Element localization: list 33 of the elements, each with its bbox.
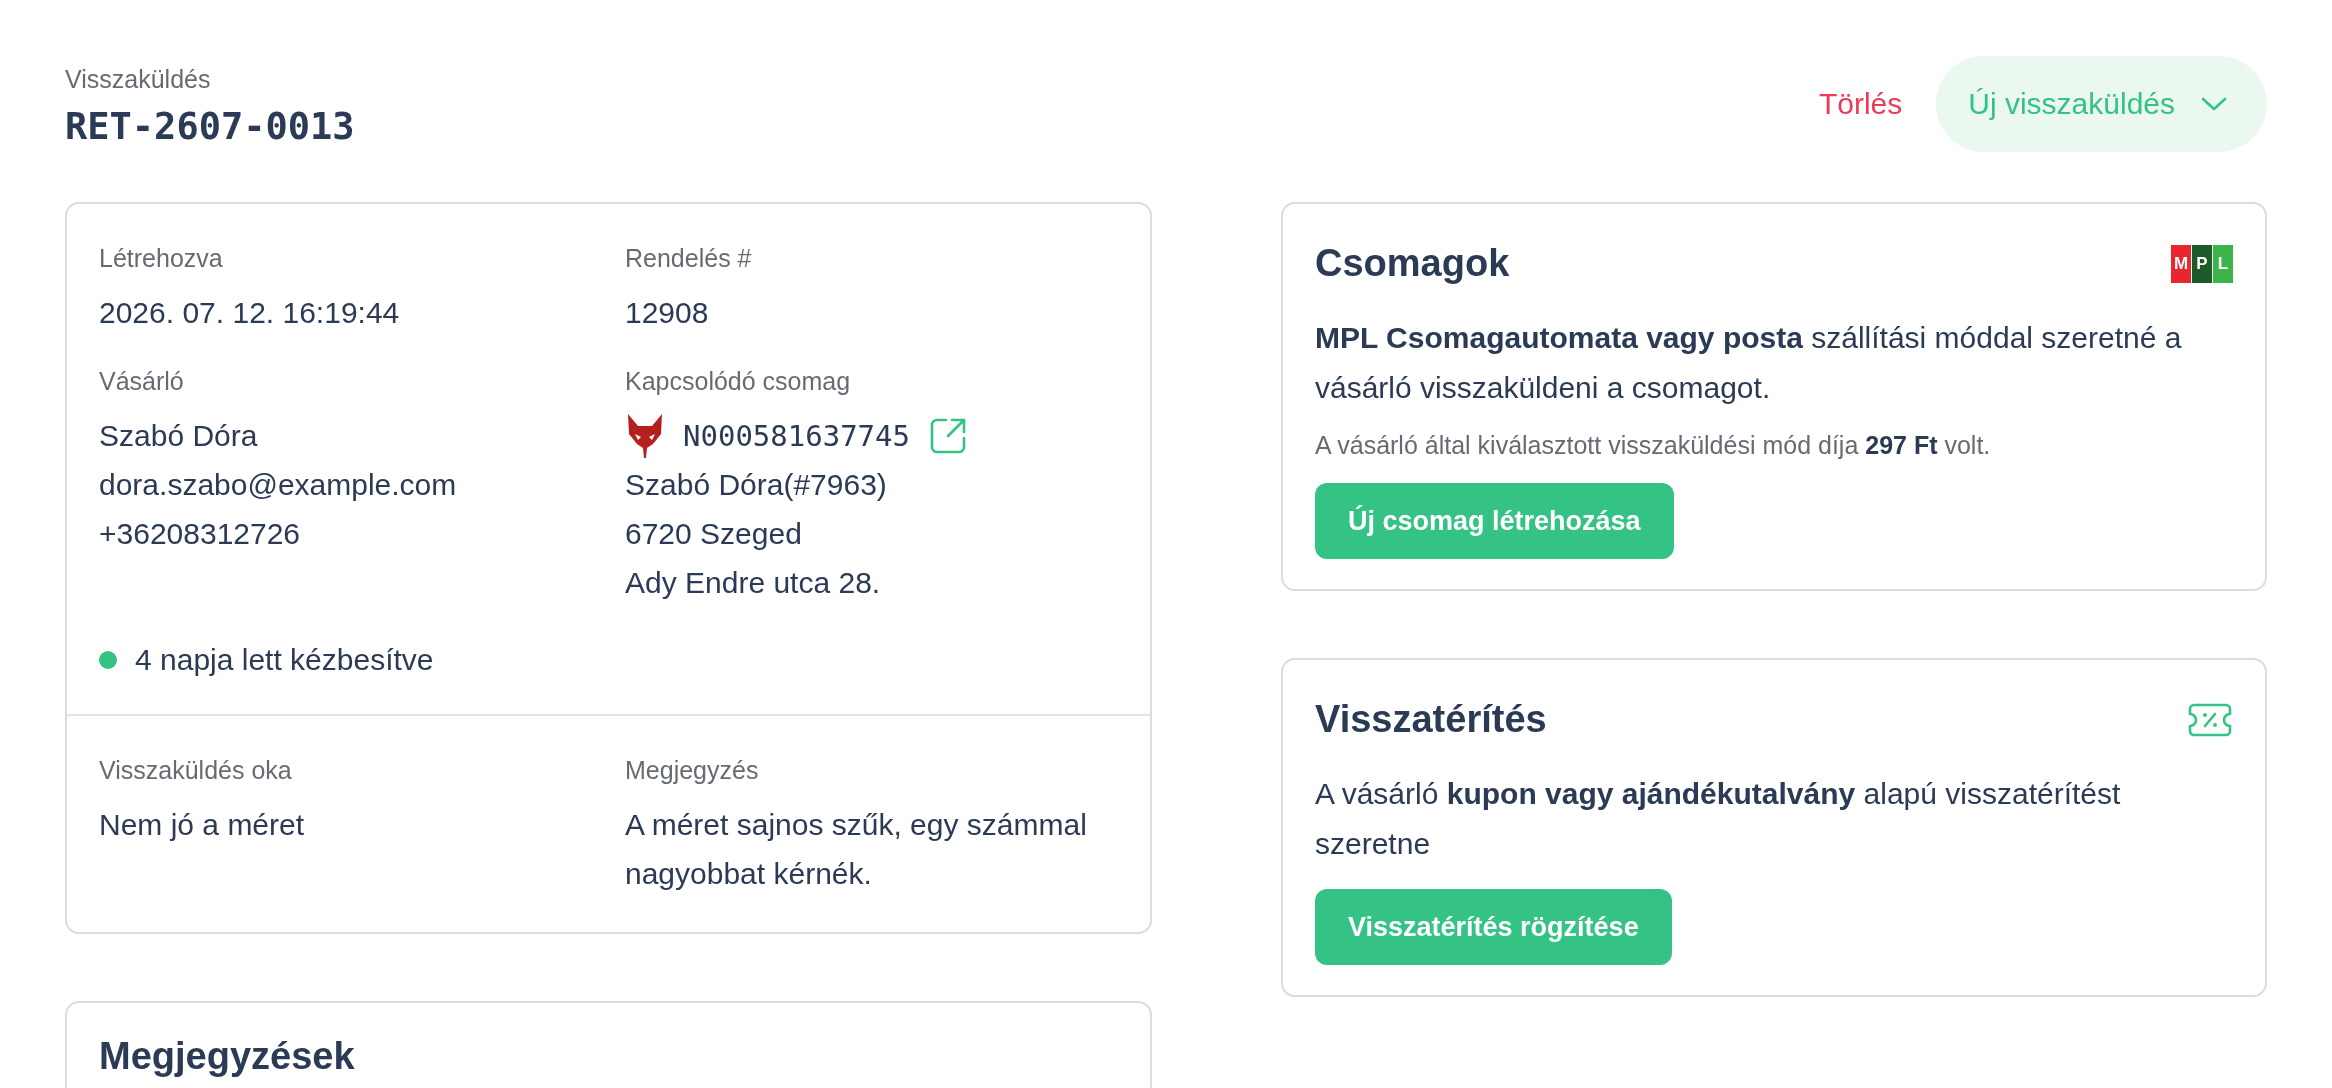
carrier-logo: M P L: [2171, 244, 2233, 283]
status-text: 4 napja lett kézbesítve: [135, 642, 434, 678]
tracking-number[interactable]: N000581637745: [683, 418, 910, 453]
record-refund-button[interactable]: Visszatérítés rögzítése: [1315, 889, 1672, 965]
create-package-button[interactable]: Új csomag létrehozása: [1315, 483, 1674, 559]
description-text: A vásárló kupon vagy ajándékutalvány alapú visszatérítést szeretne: [1315, 776, 2122, 862]
return-id-title: RET-2607-0013: [65, 104, 355, 148]
fee-note: A vásárló által kiválasztott visszaküldési mód díja 297 Ft volt.: [1315, 430, 1992, 461]
card-title: Megjegyzések: [99, 1035, 356, 1078]
field-label: Rendelés #: [625, 243, 753, 274]
field-label: Megjegyzés: [625, 755, 760, 786]
field-label: Vásárló: [99, 366, 185, 397]
field-value: 12908: [625, 295, 710, 331]
card-title: Visszatérítés: [1315, 698, 1547, 741]
card-title: Csomagok: [1315, 242, 1510, 285]
field-value: Ady Endre utca 28.: [625, 565, 882, 601]
field-label: Kapcsolódó csomag: [625, 366, 852, 397]
field-value: dora.szabo@example.com: [99, 467, 458, 503]
page-label: Visszaküldés: [65, 63, 212, 95]
ticket-percent-icon: [2187, 701, 2233, 738]
field-value: 2026. 07. 12. 16:19:44: [99, 295, 401, 331]
field-value: Nem jó a méret: [99, 807, 306, 843]
field-label: Visszaküldés oka: [99, 755, 293, 786]
field-value: A méret sajnos szűk, egy számmal nagyobbat kérnék.: [625, 807, 1088, 892]
field-value: +36208312726: [99, 516, 302, 552]
field-value: Szabó Dóra: [99, 418, 259, 454]
chevron-down-icon: [2201, 96, 2227, 112]
delete-link[interactable]: Törlés: [1818, 87, 1903, 121]
field-value: Szabó Dóra(#7963): [625, 467, 888, 503]
description-text: MPL Csomagautomata vagy posta szállítási móddal szeretné a vásárló visszaküldeni a csomagot.: [1315, 320, 2183, 406]
new-return-button[interactable]: Új visszaküldés: [1936, 56, 2267, 152]
field-label: Létrehozva: [99, 243, 224, 274]
field-value: 6720 Szeged: [625, 516, 803, 552]
